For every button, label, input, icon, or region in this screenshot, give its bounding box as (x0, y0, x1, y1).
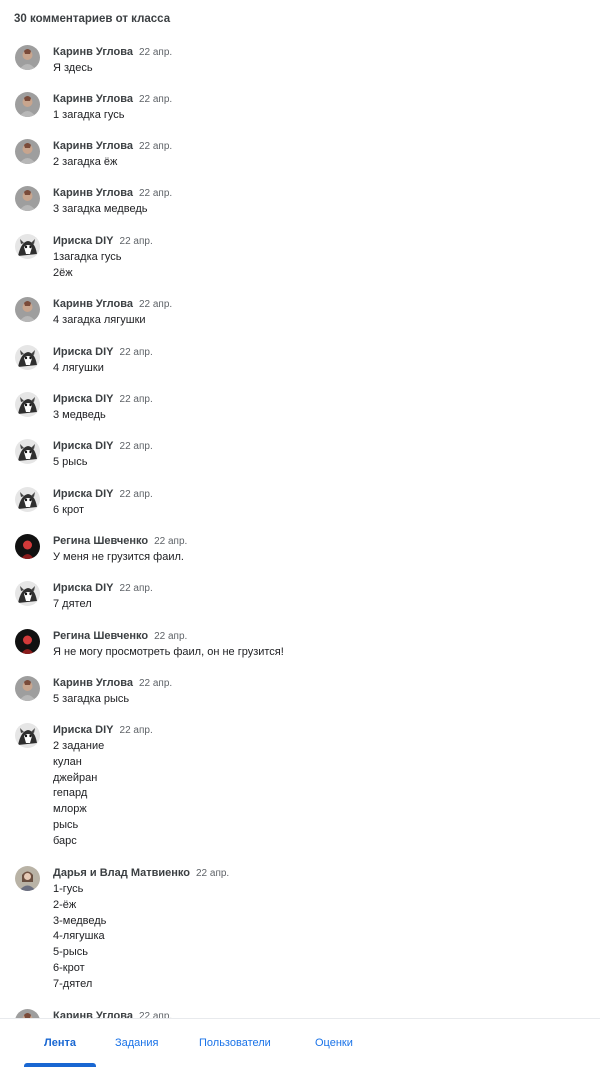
comment-meta: Каринв Углова 22 апр. (53, 185, 172, 201)
comment-date: 22 апр. (138, 47, 173, 58)
comment-meta: Каринв Углова 22 апр. (53, 675, 172, 691)
avatar[interactable] (15, 629, 40, 654)
comment-date: 22 апр. (138, 94, 173, 105)
tab-feed[interactable]: Лента (44, 1019, 76, 1068)
comment-author: Регина Шевченко (53, 630, 149, 642)
avatar[interactable] (15, 1009, 40, 1018)
tab-grades[interactable]: Оценки (315, 1019, 353, 1068)
avatar[interactable] (15, 139, 40, 164)
comment-author: Каринв Углова (53, 93, 133, 105)
avatar[interactable] (15, 345, 40, 370)
comment-text: 3 загадка медведь (53, 203, 148, 215)
comment-author: Каринв Углова (53, 677, 133, 689)
avatar[interactable] (15, 297, 40, 322)
comment-meta: Ириска DIY 22 апр. (53, 722, 153, 738)
comment-meta: Ириска DIY 22 апр. (53, 486, 153, 502)
avatar[interactable] (15, 581, 40, 606)
comment-date: 22 апр. (154, 631, 188, 642)
comment-meta: Ириска DIY 22 апр. (53, 233, 153, 249)
active-tab-indicator (24, 1063, 96, 1067)
comment-date: 22 апр. (119, 583, 153, 594)
tab-assignments[interactable]: Задания (115, 1019, 158, 1068)
comment-text: 5 загадка рысь (53, 693, 130, 705)
comment-text: Я здесь (53, 62, 93, 74)
comment-date: 22 апр. (138, 678, 173, 689)
comment-text: 4 загадка лягушки (53, 314, 146, 326)
comment-author: Ириска DIY (53, 346, 114, 358)
avatar[interactable] (15, 866, 40, 891)
comment-text: У меня не грузится фаил. (53, 551, 184, 563)
comment-date: 22 апр. (138, 141, 173, 152)
comment-meta: Ириска DIY 22 апр. (53, 391, 153, 407)
comment-meta: Каринв Углова 22 апр. (53, 296, 172, 312)
comment-author: Регина Шевченко (53, 535, 149, 547)
comment-text: 5 рысь (53, 456, 88, 468)
comment-date: 22 апр. (119, 394, 153, 405)
comment-date: 22 апр. (138, 188, 173, 199)
comment-meta: Регина Шевченко 22 апр. (53, 533, 187, 549)
comment-date: 22 апр. (138, 1011, 173, 1018)
comment-meta: Ириска DIY 22 апр. (53, 344, 153, 360)
avatar[interactable] (15, 234, 40, 259)
comment-text: 7 дятел (53, 598, 92, 610)
avatar[interactable] (15, 534, 40, 559)
comment-author: Каринв Углова (53, 140, 133, 152)
avatar[interactable] (15, 392, 40, 417)
comment-text: 1загадка гусь 2ёж (53, 251, 122, 279)
comment-text: Я не могу просмотреть фаил, он не грузит… (53, 646, 284, 658)
comment-meta: Ириска DIY 22 апр. (53, 438, 153, 454)
comment-meta: Регина Шевченко 22 апр. (53, 628, 187, 644)
comment-date: 22 апр. (119, 236, 153, 247)
comment-text: 2 загадка ёж (53, 156, 118, 168)
comment-meta: Каринв Углова 22 апр. (53, 138, 172, 154)
avatar[interactable] (15, 723, 40, 748)
comment-author: Ириска DIY (53, 393, 114, 405)
comment-author: Каринв Углова (53, 1010, 133, 1018)
comment-date: 22 апр. (119, 347, 153, 358)
comment-author: Ириска DIY (53, 488, 114, 500)
comment-text: 6 крот (53, 504, 85, 516)
avatar[interactable] (15, 487, 40, 512)
comment-meta: Дарья и Влад Матвиенко 22 апр. (53, 865, 229, 881)
comment-author: Каринв Углова (53, 46, 133, 58)
bottom-tab-bar: Лента Задания Пользователи Оценки (0, 1018, 600, 1068)
comment-meta: Каринв Углова 22 апр. (53, 1008, 172, 1018)
comment-date: 22 апр. (119, 725, 153, 736)
avatar[interactable] (15, 186, 40, 211)
comment-meta: Каринв Углова 22 апр. (53, 91, 172, 107)
comment-text: 1 загадка гусь (53, 109, 125, 121)
comment-date: 22 апр. (119, 441, 153, 452)
comment-text: 3 медведь (53, 409, 106, 421)
avatar[interactable] (15, 92, 40, 117)
comment-text: 1-гусь 2-ёж 3-медведь 4-лягушка 5-рысь 6… (53, 883, 107, 990)
comment-text: 4 лягушки (53, 362, 104, 374)
tab-users[interactable]: Пользователи (199, 1019, 271, 1068)
comment-author: Ириска DIY (53, 235, 114, 247)
comment-author: Каринв Углова (53, 187, 133, 199)
comment-date: 22 апр. (119, 489, 153, 500)
comment-date: 22 апр. (154, 536, 188, 547)
comment-author: Ириска DIY (53, 582, 114, 594)
comment-text: 2 задание кулан джейран гепард млорж рыс… (53, 740, 105, 847)
comment-author: Дарья и Влад Матвиенко (53, 867, 190, 879)
comment-date: 22 апр. (195, 868, 230, 879)
comment-meta: Ириска DIY 22 апр. (53, 580, 153, 596)
comment-list: Каринв Углова 22 апр. Я здесь Каринв Углова… (0, 0, 600, 1018)
avatar[interactable] (15, 676, 40, 701)
comment-author: Каринв Углова (53, 298, 133, 310)
comment-author: Ириска DIY (53, 724, 114, 736)
comment-author: Ириска DIY (53, 440, 114, 452)
avatar[interactable] (15, 45, 40, 70)
avatar[interactable] (15, 439, 40, 464)
comment-meta: Каринв Углова 22 апр. (53, 44, 172, 60)
comment-date: 22 апр. (138, 299, 173, 310)
